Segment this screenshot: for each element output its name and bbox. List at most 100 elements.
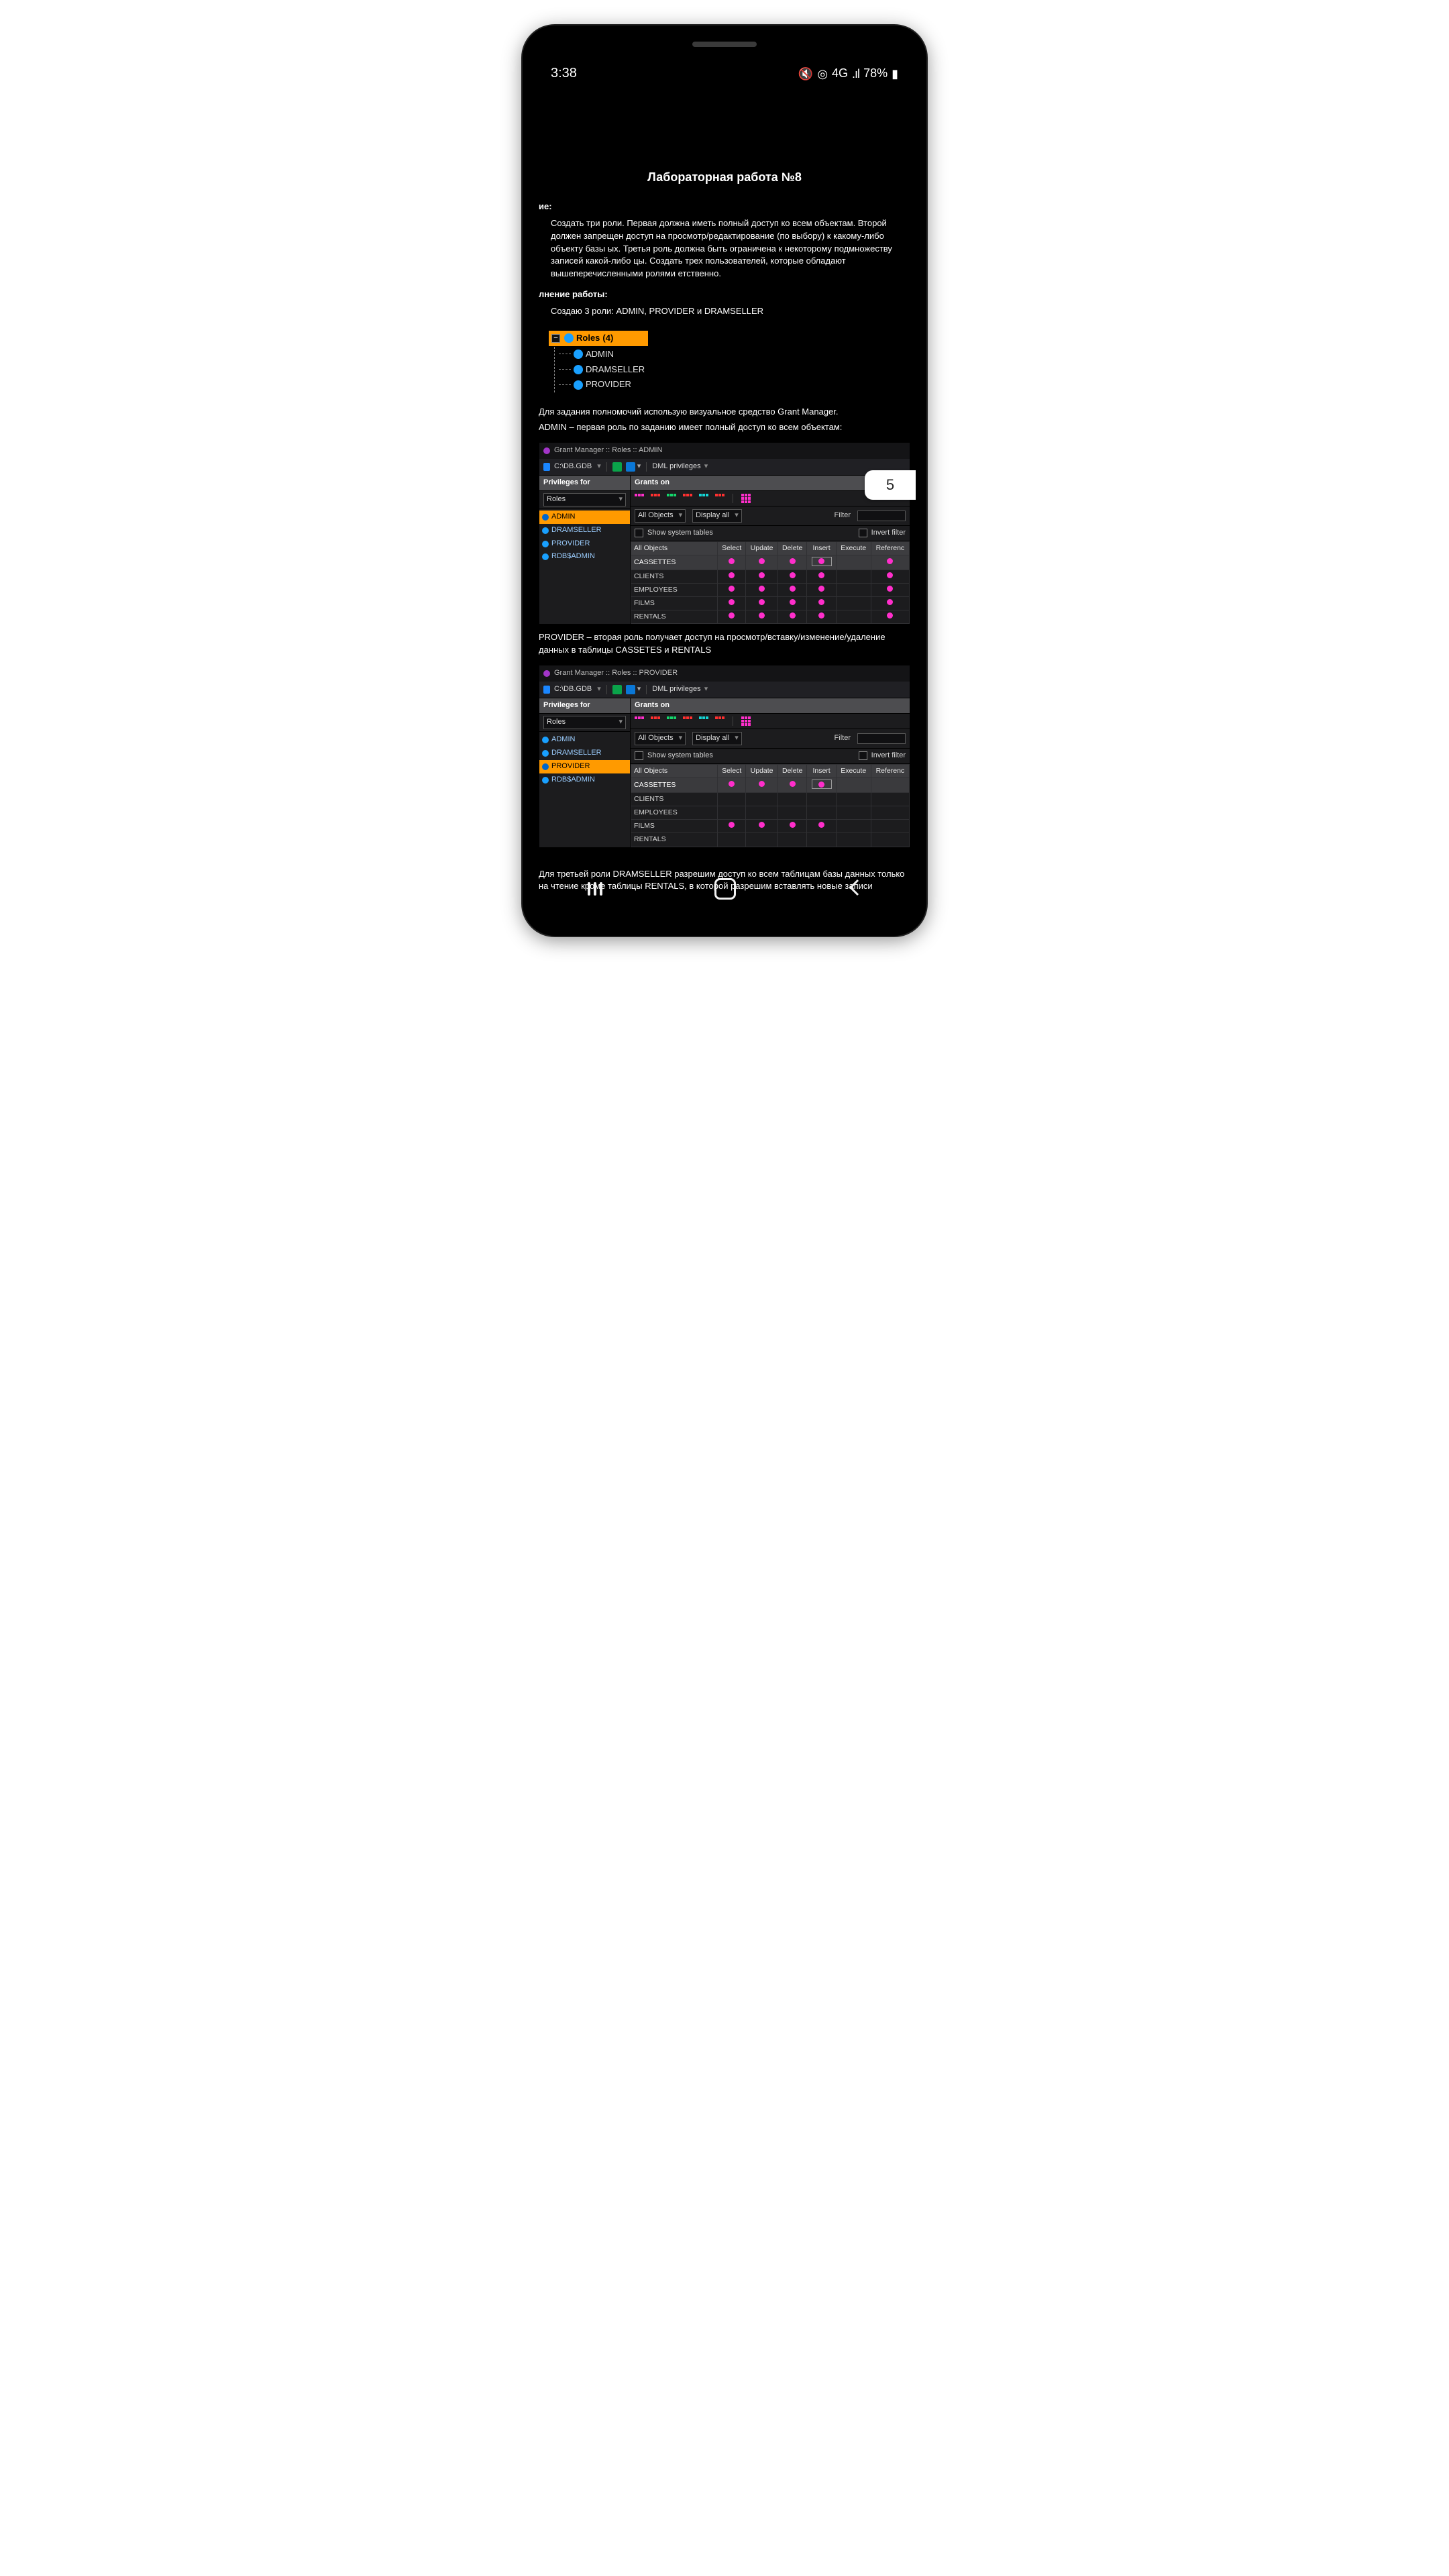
all-objects-dropdown[interactable]: All Objects▾ (635, 732, 686, 745)
grant-tool-icon[interactable] (741, 716, 751, 726)
privilege-cell[interactable] (871, 820, 909, 833)
privilege-cell[interactable] (807, 820, 836, 833)
table-row[interactable]: FILMS (631, 596, 910, 610)
privilege-cell[interactable] (777, 806, 807, 819)
all-objects-dropdown[interactable]: All Objects▾ (635, 509, 686, 523)
privilege-cell[interactable] (871, 555, 909, 570)
privilege-cell[interactable] (718, 570, 746, 583)
privilege-cell[interactable] (807, 570, 836, 583)
document-viewer[interactable]: Лабораторная работа №8 ие: Создать три р… (532, 168, 917, 893)
grant-tool-icon[interactable] (667, 494, 676, 503)
privilege-cell[interactable] (718, 792, 746, 806)
table-header[interactable]: All Objects (631, 541, 718, 555)
privilege-cell[interactable] (746, 833, 778, 847)
privilege-cell[interactable] (807, 555, 836, 570)
save-as-icon[interactable] (626, 462, 635, 472)
privilege-cell[interactable] (807, 610, 836, 624)
privilege-cell[interactable] (871, 583, 909, 596)
privilege-cell[interactable] (746, 792, 778, 806)
privilege-cell[interactable] (718, 610, 746, 624)
filter-input[interactable] (857, 733, 906, 744)
privilege-cell[interactable] (746, 555, 778, 570)
grant-tool-icon[interactable] (699, 494, 708, 503)
privilege-cell[interactable] (746, 778, 778, 793)
privilege-cell[interactable] (836, 806, 871, 819)
nav-back-button[interactable] (848, 879, 861, 900)
role-list-item[interactable]: RDB$ADMIN (539, 550, 630, 564)
table-header[interactable]: Delete (777, 764, 807, 777)
privilege-cell[interactable] (836, 820, 871, 833)
nav-recent-button[interactable] (588, 882, 602, 896)
table-row[interactable]: CLIENTS (631, 792, 910, 806)
privilege-cell[interactable] (807, 833, 836, 847)
privilege-cell[interactable] (777, 833, 807, 847)
privilege-cell[interactable] (777, 583, 807, 596)
privilege-cell[interactable] (777, 555, 807, 570)
role-list-item[interactable]: DRAMSELLER (539, 524, 630, 537)
table-header[interactable]: Insert (807, 541, 836, 555)
role-list-item[interactable]: ADMIN (539, 511, 630, 524)
table-header[interactable]: Select (718, 764, 746, 777)
privilege-cell[interactable] (871, 570, 909, 583)
privilege-cell[interactable] (746, 596, 778, 610)
role-list-item[interactable]: PROVIDER (539, 760, 630, 773)
privilege-cell[interactable] (807, 596, 836, 610)
table-row[interactable]: EMPLOYEES (631, 806, 910, 819)
privilege-cell[interactable] (718, 806, 746, 819)
privilege-cell[interactable] (777, 778, 807, 793)
display-all-dropdown[interactable]: Display all▾ (692, 732, 742, 745)
privilege-cell[interactable] (871, 610, 909, 624)
page-number-badge[interactable]: 5 (865, 470, 916, 500)
table-header[interactable]: Insert (807, 764, 836, 777)
privilege-cell[interactable] (777, 610, 807, 624)
table-row[interactable]: CLIENTS (631, 570, 910, 583)
grant-tool-icon[interactable] (715, 494, 724, 503)
table-header[interactable]: Update (746, 541, 778, 555)
table-header[interactable]: Delete (777, 541, 807, 555)
privilege-cell[interactable] (807, 792, 836, 806)
grant-tool-icon[interactable] (635, 716, 644, 726)
dml-privileges-button[interactable]: DML privileges ▾ (652, 462, 708, 472)
table-header[interactable]: Referenc (871, 541, 909, 555)
table-row[interactable]: CASSETTES (631, 778, 910, 793)
privilege-cell[interactable] (836, 610, 871, 624)
privilege-cell[interactable] (746, 820, 778, 833)
privilege-cell[interactable] (871, 792, 909, 806)
grant-tool-icon[interactable] (741, 494, 751, 503)
filter-input[interactable] (857, 511, 906, 521)
privilege-cell[interactable] (746, 806, 778, 819)
invert-filter-checkbox[interactable] (859, 751, 867, 760)
privilege-cell[interactable] (777, 596, 807, 610)
privilege-cell[interactable] (807, 806, 836, 819)
table-header[interactable]: Update (746, 764, 778, 777)
grant-tool-icon[interactable] (699, 716, 708, 726)
grant-tool-icon[interactable] (651, 716, 660, 726)
privilege-cell[interactable] (746, 610, 778, 624)
nav-home-button[interactable] (714, 878, 736, 900)
privilege-cell[interactable] (836, 778, 871, 793)
privilege-cell[interactable] (871, 833, 909, 847)
privilege-cell[interactable] (836, 555, 871, 570)
role-list-item[interactable]: RDB$ADMIN (539, 773, 630, 787)
privilege-cell[interactable] (718, 820, 746, 833)
privilege-cell[interactable] (777, 792, 807, 806)
table-header[interactable]: Select (718, 541, 746, 555)
privilege-cell[interactable] (871, 778, 909, 793)
table-row[interactable]: RENTALS (631, 610, 910, 624)
privilege-cell[interactable] (836, 596, 871, 610)
privilege-cell[interactable] (807, 583, 836, 596)
role-list-item[interactable]: PROVIDER (539, 537, 630, 551)
display-all-dropdown[interactable]: Display all▾ (692, 509, 742, 523)
save-icon[interactable] (612, 462, 622, 472)
privilege-cell[interactable] (746, 583, 778, 596)
invert-filter-checkbox[interactable] (859, 529, 867, 537)
privilege-cell[interactable] (777, 820, 807, 833)
privilege-cell[interactable] (718, 833, 746, 847)
save-as-icon[interactable] (626, 685, 635, 694)
table-row[interactable]: RENTALS (631, 833, 910, 847)
privilege-cell[interactable] (718, 583, 746, 596)
privilege-cell[interactable] (807, 778, 836, 793)
grant-tool-icon[interactable] (667, 716, 676, 726)
privilege-cell[interactable] (836, 570, 871, 583)
privilege-cell[interactable] (836, 583, 871, 596)
